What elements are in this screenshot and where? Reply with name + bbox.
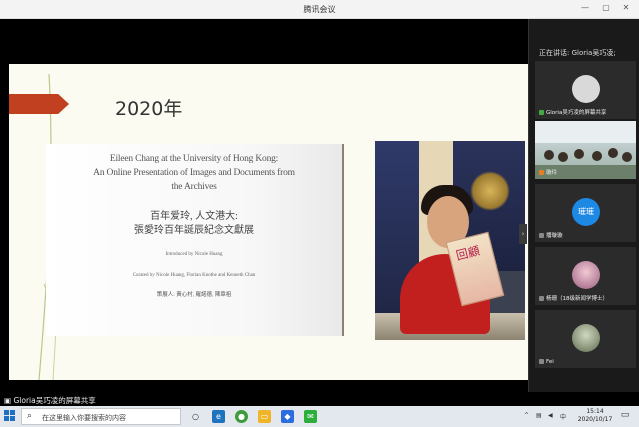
notification-icon[interactable]: ▭ <box>619 410 631 422</box>
network-icon[interactable]: ▤ <box>536 412 542 419</box>
video-tile[interactable]: Fei <box>535 310 636 368</box>
share-status-text: Gloria吴巧凌的屏幕共享 <box>13 396 96 405</box>
wechat-icon[interactable]: ✉ <box>304 410 317 423</box>
edge-browser-icon[interactable]: e <box>212 410 225 423</box>
poster-en-line-2: An Online Presentation of Images and Doc… <box>93 168 295 178</box>
video-tile[interactable]: Gloria吴巧凌的屏幕共享 <box>535 61 636 119</box>
screen-share-icon <box>539 110 544 115</box>
mic-icon <box>539 296 544 301</box>
taskbar-search-box[interactable]: ⌕ 在这里输入你要搜索的内容 <box>21 408 181 425</box>
clock-date: 2020/10/17 <box>577 416 613 423</box>
title-bar: 腾讯会议 — ▢ ✕ <box>0 0 639 19</box>
collapse-panel-handle[interactable]: › <box>519 224 527 244</box>
search-placeholder: 在这里输入你要搜索的内容 <box>42 414 126 422</box>
avatar <box>572 261 600 289</box>
poster-curators-zh: 策展人: 黃心村, 羅諾德, 陳章祖 <box>156 292 232 298</box>
video-tile[interactable]: 璀璀 播璇璇 <box>535 184 636 242</box>
chrome-browser-icon[interactable]: ● <box>235 410 248 423</box>
screen-share-icon: ▣ <box>4 396 12 405</box>
tile-name: Fei <box>546 359 554 365</box>
slide-year-title: 2020年 <box>115 98 183 120</box>
poster-zh-line-1: 百年爱玲, 人文港大: <box>150 211 238 222</box>
shared-screen: 2020年 Eileen Chang at the University of … <box>0 19 528 392</box>
speaking-indicator: 正在讲话: Gloria吴巧凌; <box>539 49 616 57</box>
poster-en-line-3: the Archives <box>171 182 217 192</box>
tile-name: Gloria吴巧凌的屏幕共享 <box>546 110 607 116</box>
file-explorer-icon[interactable]: ▭ <box>258 410 271 423</box>
volume-icon[interactable]: ◀ <box>548 412 553 419</box>
tile-name: 璇玲 <box>546 170 558 176</box>
mic-icon <box>539 233 544 238</box>
tile-name: 杨珊（18级新闻学博士） <box>546 296 608 302</box>
close-icon[interactable]: ✕ <box>620 3 632 12</box>
poster-zh-line-2: 張愛玲百年誕辰紀念文獻展 <box>134 225 254 236</box>
task-view-icon[interactable]: ○ <box>189 410 202 423</box>
ime-indicator[interactable]: 中 <box>560 412 566 421</box>
poster-introduced-by: Introduced by Nicole Huang <box>165 252 223 257</box>
presentation-slide: 2020年 Eileen Chang at the University of … <box>9 64 528 380</box>
minimize-icon[interactable]: — <box>579 3 591 12</box>
participant-panel: 正在讲话: Gloria吴巧凌; Gloria吴巧凌的屏幕共享 璇玲 璀璀 播璇… <box>528 19 639 392</box>
avatar: 璀璀 <box>572 198 600 226</box>
exhibition-poster: Eileen Chang at the University of Hong K… <box>46 144 344 336</box>
video-tile[interactable]: 杨珊（18级新闻学博士） <box>535 247 636 305</box>
screen-share-status-bar: ▣ Gloria吴巧凌的屏幕共享 <box>0 393 639 406</box>
mic-icon <box>539 359 544 364</box>
presenter-photo: 回顧 <box>375 141 525 340</box>
poster-curated-by: Curated by Nicole Huang, Florian Knothe … <box>132 273 256 278</box>
title-arrow <box>9 94 69 114</box>
avatar <box>572 75 600 103</box>
search-icon: ⌕ <box>27 411 33 421</box>
tencent-meeting-icon[interactable]: ◆ <box>281 410 294 423</box>
tray-overflow-icon[interactable]: ^ <box>524 412 529 419</box>
camera-icon <box>539 170 544 175</box>
clock-time: 15:14 <box>586 408 604 415</box>
video-tile[interactable]: 璇玲 <box>535 121 636 179</box>
window-title: 腾讯会议 <box>303 5 336 14</box>
tile-name: 播璇璇 <box>546 233 563 239</box>
taskbar: ⌕ 在这里输入你要搜索的内容 ○ e ● ▭ ◆ ✉ ^ ▤ ◀ 中 15:14… <box>0 406 639 427</box>
poster-en-line-1: Eileen Chang at the University of Hong K… <box>109 154 279 164</box>
restore-icon[interactable]: ▢ <box>600 3 612 12</box>
windows-start-icon[interactable] <box>4 410 16 422</box>
system-clock[interactable]: 15:14 2020/10/17 <box>575 408 615 424</box>
book-cover-text: 回顧 <box>454 243 482 263</box>
avatar <box>572 324 600 352</box>
